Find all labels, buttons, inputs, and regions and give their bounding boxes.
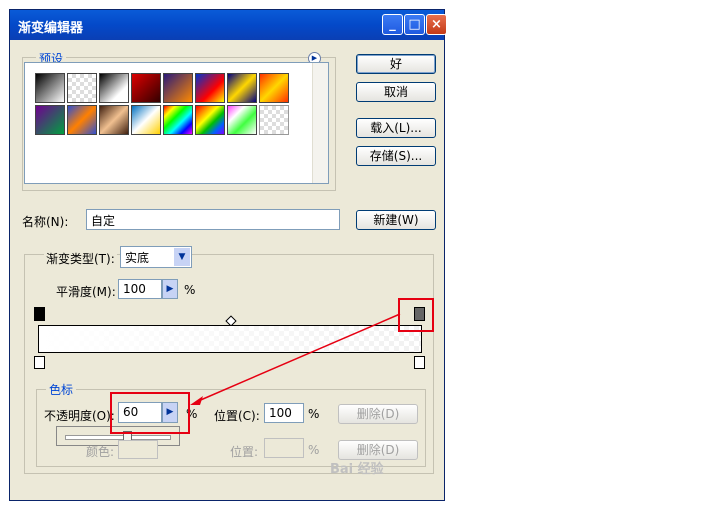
annotation-arrow xyxy=(190,313,401,405)
watermark: Bai 经验 xyxy=(330,462,384,477)
